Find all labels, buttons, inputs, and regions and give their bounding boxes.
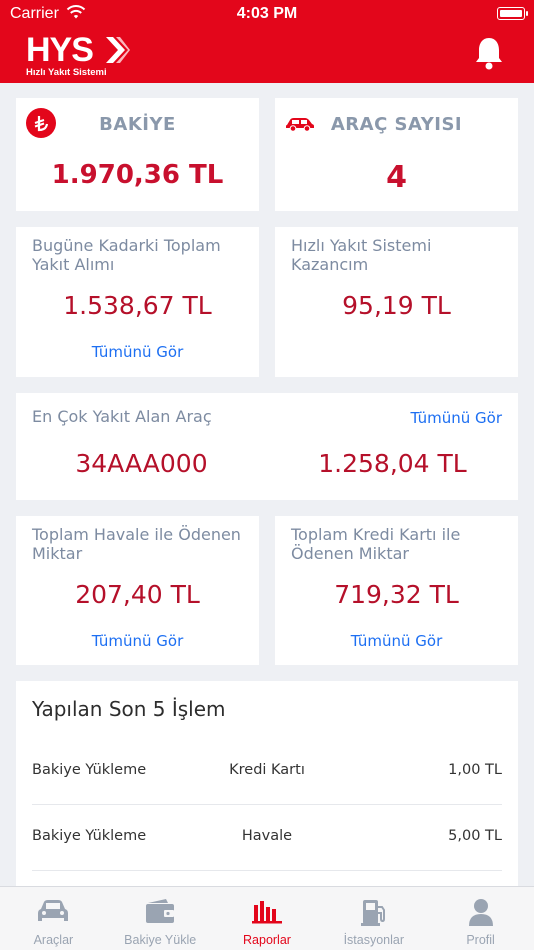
transaction-method: Havale	[241, 828, 293, 844]
total-fuel-see-all-link[interactable]: Tümünü Gör	[16, 343, 259, 361]
logo-chevron-icon	[106, 37, 130, 63]
top-vehicle-card: En Çok Yakıt Alan Araç Tümünü Gör 34AAA0…	[16, 393, 518, 500]
balance-title: BAKİYE	[99, 114, 176, 135]
wire-transfer-card: Toplam Havale ile Ödenen Miktar 207,40 T…	[16, 516, 259, 665]
battery-icon	[497, 7, 525, 20]
bottom-tab-bar: Araçlar Bakiye Yükle Raporlar İstasyonla…	[0, 886, 534, 950]
tab-istasyonlar[interactable]: İstasyonlar	[320, 887, 427, 950]
status-bar: Carrier 4:03 PM	[0, 0, 534, 28]
credit-card-see-all-link[interactable]: Tümünü Gör	[275, 632, 518, 650]
tab-label: Bakiye Yükle	[124, 933, 197, 947]
tab-label: İstasyonlar	[343, 933, 405, 947]
wire-transfer-see-all-link[interactable]: Tümünü Gör	[16, 632, 259, 650]
earnings-card: Hızlı Yakıt Sistemi Kazancım 95,19 TL	[275, 227, 518, 377]
car-icon	[38, 900, 69, 921]
transaction-method: Kredi Kartı	[229, 762, 305, 778]
earnings-value: 95,19 TL	[342, 291, 451, 320]
recent-transactions-title: Yapılan Son 5 İşlem	[32, 697, 226, 721]
fuel-pump-icon	[360, 900, 385, 926]
wallet-icon	[146, 899, 175, 923]
total-fuel-value: 1.538,67 TL	[63, 291, 212, 320]
transaction-amount: 5,00 TL	[448, 828, 502, 844]
logo-tagline: Hızlı Yakıt Sistemi	[26, 67, 107, 78]
wire-transfer-label: Toplam Havale ile Ödenen Miktar	[32, 525, 241, 563]
tab-bakiye-yukle[interactable]: Bakiye Yükle	[107, 887, 214, 950]
total-fuel-label: Bugüne Kadarki Toplam Yakıt Alımı	[32, 236, 221, 274]
top-vehicle-see-all-link[interactable]: Tümünü Gör	[411, 409, 502, 427]
notification-bell-icon[interactable]	[474, 36, 504, 70]
vehicle-count-card: ARAÇ SAYISI 4	[275, 98, 518, 211]
tab-raporlar[interactable]: Raporlar	[214, 887, 321, 950]
earnings-label: Hızlı Yakıt Sistemi Kazancım	[291, 236, 432, 274]
vehicle-count-title: ARAÇ SAYISI	[330, 114, 463, 135]
total-fuel-card: Bugüne Kadarki Toplam Yakıt Alımı 1.538,…	[16, 227, 259, 377]
top-vehicle-label: En Çok Yakıt Alan Araç	[32, 407, 212, 426]
wire-transfer-value: 207,40 TL	[75, 580, 200, 609]
transaction-amount: 1,00 TL	[448, 762, 502, 778]
logo-wordmark: HYS	[26, 31, 94, 69]
app-header: Carrier 4:03 PM HYS Hızlı Yakıt Sistemi	[0, 0, 534, 83]
battery-tip	[526, 11, 528, 16]
credit-card-label: Toplam Kredi Kartı ile Ödenen Miktar	[291, 525, 461, 563]
tab-label: Profil	[466, 933, 495, 947]
recent-transactions-card: Yapılan Son 5 İşlem Bakiye Yükleme Kredi…	[16, 681, 518, 886]
vehicle-count-value: 4	[386, 160, 407, 195]
bar-chart-icon	[251, 901, 282, 924]
tab-profil[interactable]: Profil	[427, 887, 534, 950]
top-vehicle-amount: 1.258,04 TL	[318, 449, 467, 478]
clock: 4:03 PM	[236, 5, 298, 22]
tab-label: Raporlar	[243, 933, 291, 947]
credit-card-payments-card: Toplam Kredi Kartı ile Ödenen Miktar 719…	[275, 516, 518, 665]
transaction-row[interactable]: Bakiye Yükleme Kredi Kartı 1,00 TL	[32, 739, 502, 805]
user-icon	[468, 899, 493, 926]
balance-value: 1.970,36 TL	[51, 160, 224, 190]
tab-label: Araçlar	[33, 933, 74, 947]
balance-card: BAKİYE 1.970,36 TL	[16, 98, 259, 211]
top-vehicle-plate: 34AAA000	[75, 449, 208, 478]
hys-logo: HYS Hızlı Yakıt Sistemi	[26, 31, 136, 79]
transaction-row[interactable]: Bakiye Yükleme Havale 5,00 TL	[32, 805, 502, 871]
tab-araclar[interactable]: Araçlar	[0, 887, 107, 950]
credit-card-value: 719,32 TL	[334, 580, 459, 609]
